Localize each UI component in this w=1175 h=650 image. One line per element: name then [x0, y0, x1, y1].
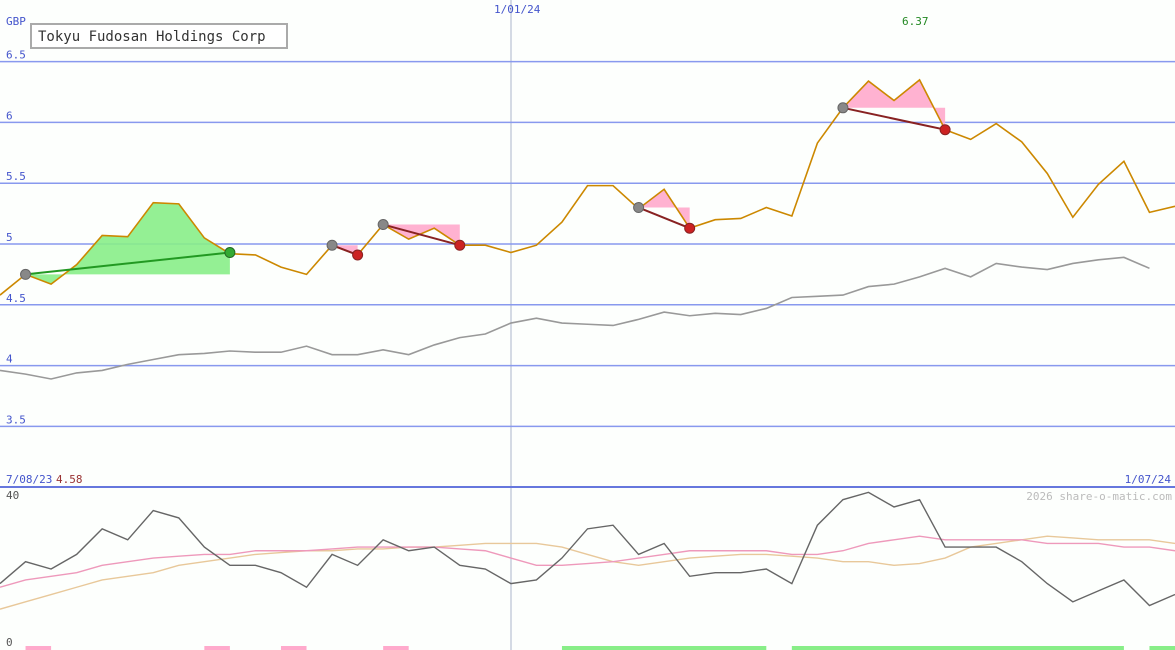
signal-bar — [383, 646, 409, 650]
entry-marker — [377, 219, 389, 231]
entry-marker — [20, 268, 32, 280]
y-tick-label: 5 — [6, 231, 13, 244]
average-line — [0, 256, 1150, 380]
chart-title: Tokyu Fudosan Holdings Corp — [38, 29, 266, 45]
start-value-label: 4.58 — [56, 473, 83, 486]
exit-marker — [454, 239, 466, 251]
end-date-label: 1/07/24 — [1125, 473, 1172, 486]
x-tick-label: 1/01/24 — [494, 3, 541, 16]
entry-marker — [633, 202, 645, 214]
exit-marker — [939, 124, 951, 136]
watermark: 2026 share-o-matic.com — [1026, 490, 1172, 503]
max-value-label: 6.37 — [902, 15, 929, 28]
signal-bar — [1149, 646, 1175, 650]
price-chart: 6.5 6 5.5 5 4.5 4 3.5 40 0 GBP 6.37 1/01/24 7/0… — [0, 0, 1175, 650]
entry-marker — [326, 239, 338, 251]
exit-marker — [224, 247, 236, 259]
currency-label: GBP — [6, 15, 26, 28]
exit-marker — [684, 222, 696, 234]
y-tick-label: 6 — [6, 109, 13, 122]
signal-bar — [280, 646, 307, 650]
loss-region — [638, 189, 690, 229]
y-tick-label: 5.5 — [6, 170, 26, 183]
oscillator-line — [0, 535, 1175, 588]
signal-bar — [561, 646, 767, 650]
start-date-label: 7/08/23 — [6, 473, 52, 486]
oscillator-line — [0, 535, 1175, 610]
y-tick-label: 4 — [6, 353, 13, 366]
entry-marker — [837, 102, 849, 114]
trade-line — [842, 106, 946, 131]
osc-tick-label: 0 — [6, 636, 13, 649]
exit-marker — [352, 249, 364, 261]
y-tick-label: 4.5 — [6, 292, 26, 305]
y-tick-label: 6.5 — [6, 49, 26, 62]
signal-bar — [791, 646, 1124, 650]
oscillator-line — [0, 491, 1175, 607]
osc-tick-label: 40 — [6, 489, 19, 502]
signal-bar — [25, 646, 52, 650]
y-tick-label: 3.5 — [6, 413, 26, 426]
signal-bar — [204, 646, 230, 650]
